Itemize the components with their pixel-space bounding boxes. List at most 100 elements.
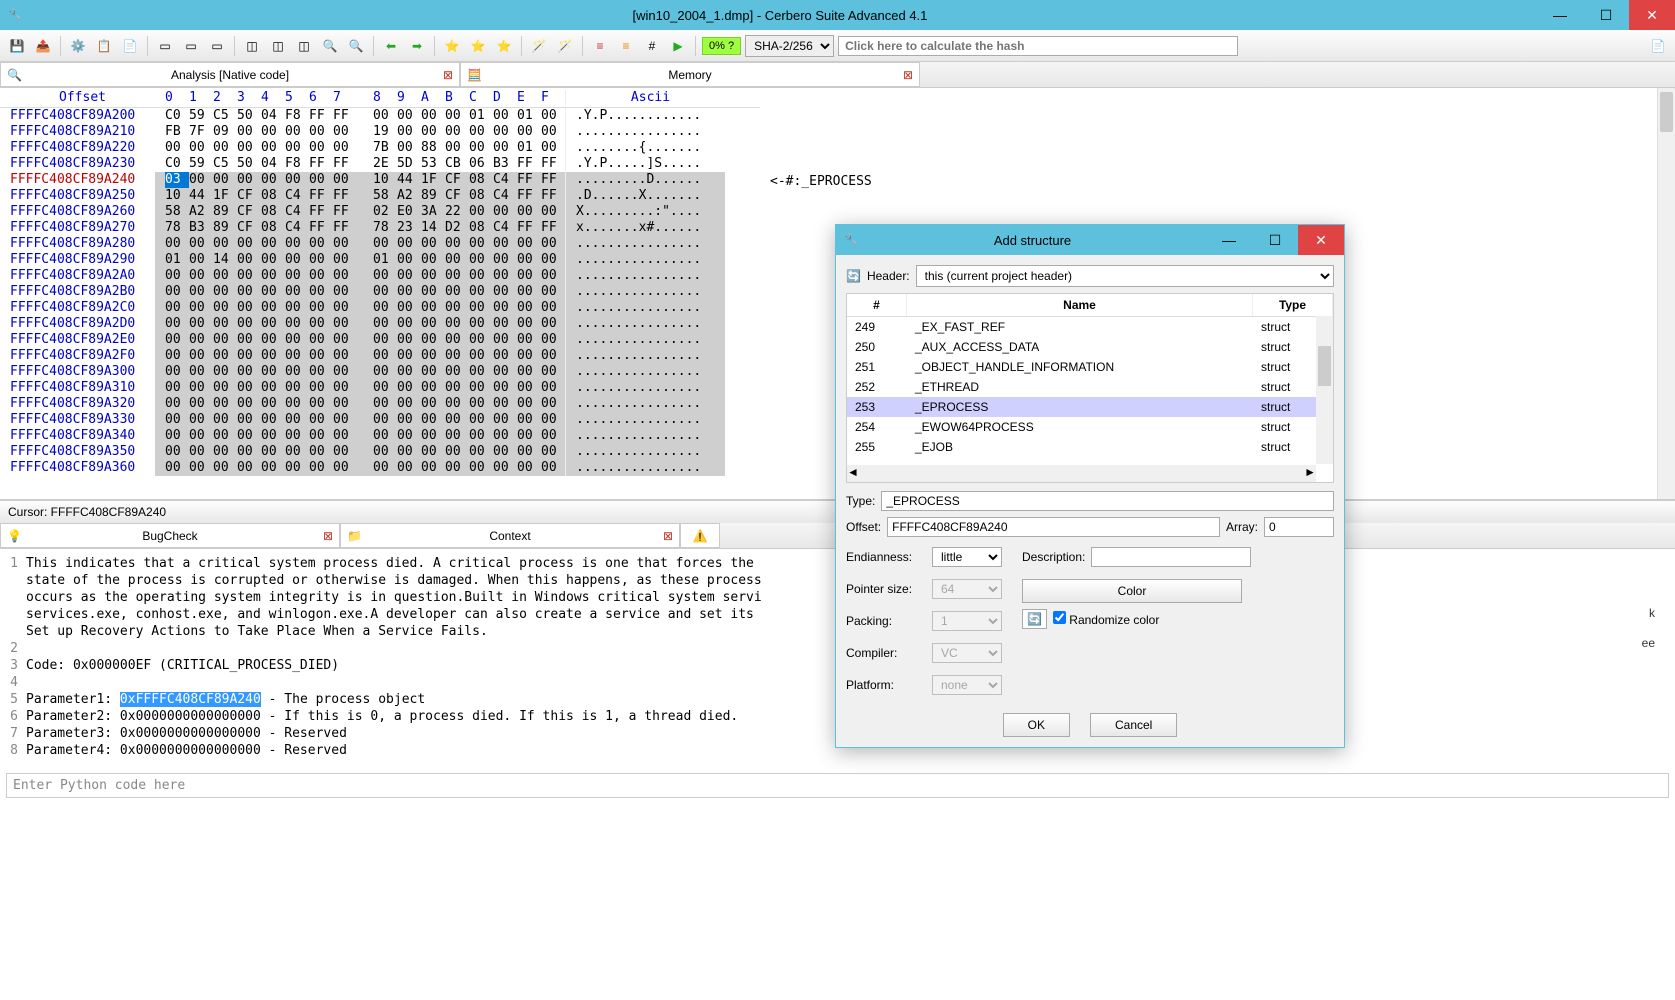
ok-button[interactable]: OK: [1003, 713, 1070, 737]
table-row[interactable]: 251_OBJECT_HANDLE_INFORMATIONstruct: [847, 357, 1333, 377]
zoom-out-icon[interactable]: 🔍: [345, 35, 367, 57]
separator: [234, 36, 235, 56]
hex-header: Offset 0123456789ABCDEF Ascii: [0, 88, 760, 108]
tab-bugcheck[interactable]: 💡 BugCheck ⊠: [0, 523, 340, 548]
dialog-close-button[interactable]: ✕: [1298, 225, 1344, 255]
separator: [373, 36, 374, 56]
table-row[interactable]: 252_ETHREADstruct: [847, 377, 1333, 397]
table-row[interactable]: 250_AUX_ACCESS_DATAstruct: [847, 337, 1333, 357]
pointer-select: 64: [932, 579, 1002, 599]
array-label: Array:: [1226, 520, 1258, 534]
wand2-icon[interactable]: 🪄: [554, 35, 576, 57]
memory-icon: 🧮: [467, 68, 482, 82]
hash-algo-select[interactable]: SHA-2/256: [745, 35, 834, 57]
tree-item-hint: k: [1649, 606, 1655, 620]
close-icon[interactable]: ⊠: [903, 68, 913, 82]
layout1-icon[interactable]: ◫: [241, 35, 263, 57]
refresh-color-icon[interactable]: 🔄: [1022, 609, 1047, 629]
hash-input[interactable]: [838, 36, 1238, 56]
struct-table: # Name Type 249_EX_FAST_REFstruct250_AUX…: [846, 293, 1334, 483]
th-name[interactable]: Name: [907, 294, 1253, 316]
bars-orange-icon[interactable]: ≡: [615, 35, 637, 57]
scrollbar-thumb[interactable]: [1660, 92, 1673, 132]
th-number[interactable]: #: [847, 294, 907, 316]
maximize-button[interactable]: ☐: [1583, 0, 1629, 30]
dialog-maximize-button[interactable]: ☐: [1252, 225, 1298, 255]
percent-indicator[interactable]: 0% ?: [702, 37, 741, 55]
header-select[interactable]: this (current project header): [916, 265, 1334, 287]
tree-item-hint: ee: [1642, 636, 1655, 650]
separator: [695, 36, 696, 56]
hex-rows[interactable]: FFFFC408CF89A200C059C55004F8FFFF00000000…: [0, 108, 760, 476]
dialog-minimize-button[interactable]: —: [1206, 225, 1252, 255]
main-titlebar: 🔧 [win10_2004_1.dmp] - Cerbero Suite Adv…: [0, 0, 1675, 30]
layout3-icon[interactable]: ◫: [293, 35, 315, 57]
packing-select: 1: [932, 611, 1002, 631]
endianness-select[interactable]: little: [932, 547, 1002, 567]
color-button[interactable]: Color: [1022, 579, 1242, 603]
forward-icon[interactable]: ➡: [406, 35, 428, 57]
window1-icon[interactable]: ▭: [154, 35, 176, 57]
gear-icon[interactable]: ⚙️: [67, 35, 89, 57]
table-header: # Name Type: [847, 294, 1333, 317]
paste-icon[interactable]: 📄: [119, 35, 141, 57]
randomize-label: Randomize color: [1069, 613, 1159, 627]
upper-tab-strip: 🔍 Analysis [Native code] ⊠ 🧮 Memory ⊠: [0, 62, 1675, 88]
copy-icon[interactable]: 📋: [93, 35, 115, 57]
layout2-icon[interactable]: ◫: [267, 35, 289, 57]
window3-icon[interactable]: ▭: [206, 35, 228, 57]
bars-red-icon[interactable]: ≡: [589, 35, 611, 57]
platform-select: none: [932, 675, 1002, 695]
randomize-checkbox[interactable]: Randomize color: [1053, 611, 1159, 627]
vertical-scrollbar[interactable]: [1657, 88, 1675, 499]
offset-input[interactable]: [887, 517, 1220, 537]
back-icon[interactable]: ⬅: [380, 35, 402, 57]
close-icon[interactable]: ⊠: [663, 529, 673, 543]
type-input[interactable]: [881, 491, 1334, 511]
compiler-label: Compiler:: [846, 646, 926, 660]
tab-warning[interactable]: ⚠️: [680, 523, 720, 548]
export-icon[interactable]: 📤: [32, 35, 54, 57]
separator: [582, 36, 583, 56]
table-row[interactable]: 253_EPROCESSstruct: [847, 397, 1333, 417]
array-input[interactable]: [1264, 517, 1334, 537]
bookmark1-icon[interactable]: ⭐: [441, 35, 463, 57]
minimize-button[interactable]: —: [1537, 0, 1583, 30]
packing-label: Packing:: [846, 614, 926, 628]
add-structure-dialog: 🔧 Add structure — ☐ ✕ 🔄 Header: this (cu…: [835, 224, 1345, 748]
save-icon[interactable]: 💾: [6, 35, 28, 57]
close-icon[interactable]: ⊠: [443, 68, 453, 82]
bulb-icon: 💡: [7, 529, 22, 543]
tab-memory[interactable]: 🧮 Memory ⊠: [460, 62, 920, 87]
cancel-button[interactable]: Cancel: [1090, 713, 1177, 737]
zoom-in-icon[interactable]: 🔍: [319, 35, 341, 57]
window2-icon[interactable]: ▭: [180, 35, 202, 57]
scrollbar-thumb[interactable]: [1318, 346, 1331, 386]
python-input[interactable]: Enter Python code here: [6, 773, 1669, 798]
endianness-label: Endianness:: [846, 550, 926, 564]
pointer-label: Pointer size:: [846, 582, 926, 596]
description-input[interactable]: [1091, 547, 1251, 567]
dialog-icon: 🔧: [844, 233, 859, 247]
bookmark2-icon[interactable]: ⭐: [467, 35, 489, 57]
table-hscrollbar[interactable]: ◄►: [847, 465, 1316, 482]
table-row[interactable]: 255_EJOBstruct: [847, 437, 1333, 457]
tab-context[interactable]: 📁 Context ⊠: [340, 523, 680, 548]
bookmark3-icon[interactable]: ⭐: [493, 35, 515, 57]
folder-icon: 📁: [347, 529, 362, 543]
th-type[interactable]: Type: [1253, 294, 1333, 316]
help-icon[interactable]: 📄: [1647, 35, 1669, 57]
refresh-icon[interactable]: 🔄: [846, 269, 861, 283]
main-toolbar: 💾 📤 ⚙️ 📋 📄 ▭ ▭ ▭ ◫ ◫ ◫ 🔍 🔍 ⬅ ➡ ⭐ ⭐ ⭐ 🪄 🪄…: [0, 30, 1675, 62]
hash-icon[interactable]: #: [641, 35, 663, 57]
dialog-title: Add structure: [859, 233, 1206, 248]
table-row[interactable]: 254_EWOW64PROCESSstruct: [847, 417, 1333, 437]
play-icon[interactable]: ▶: [667, 35, 689, 57]
table-vscrollbar[interactable]: [1316, 316, 1333, 464]
header-bytes: 0123456789ABCDEF: [155, 90, 565, 105]
close-icon[interactable]: ⊠: [323, 529, 333, 543]
tab-analysis[interactable]: 🔍 Analysis [Native code] ⊠: [0, 62, 460, 87]
wand1-icon[interactable]: 🪄: [528, 35, 550, 57]
table-row[interactable]: 249_EX_FAST_REFstruct: [847, 317, 1333, 337]
close-button[interactable]: ✕: [1629, 0, 1675, 30]
